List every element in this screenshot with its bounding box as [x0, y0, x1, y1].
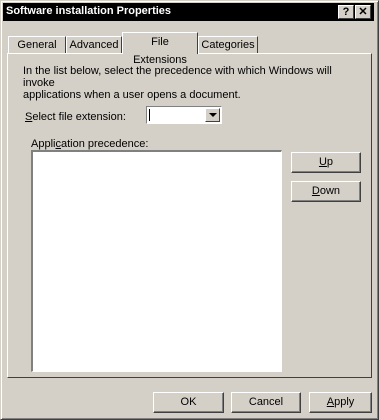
apply-label-rest: pply: [334, 396, 355, 408]
cancel-button[interactable]: Cancel: [231, 392, 301, 413]
label-text-before: Appli: [31, 138, 56, 150]
tab-categories[interactable]: Categories: [198, 36, 258, 53]
title-bar[interactable]: Software installation Properties ? ✕: [3, 3, 374, 21]
window-title: Software installation Properties: [6, 5, 172, 17]
tab-strip: General Advanced File Extensions Categor…: [0, 32, 379, 66]
ok-button[interactable]: OK: [153, 392, 224, 413]
apply-mnemonic: A: [326, 396, 335, 408]
file-extension-dropdown[interactable]: [146, 106, 222, 124]
help-button[interactable]: ?: [338, 5, 354, 19]
apply-button[interactable]: Apply: [309, 392, 372, 413]
label-text-after: ation precedence:: [60, 138, 149, 150]
instructions-line-2: applications when a user opens a documen…: [23, 89, 241, 101]
chevron-down-icon[interactable]: [205, 108, 220, 122]
close-button[interactable]: ✕: [355, 5, 371, 19]
down-button[interactable]: Down: [291, 181, 361, 202]
tab-advanced[interactable]: Advanced: [66, 36, 122, 53]
tab-general[interactable]: General: [8, 36, 66, 53]
up-mnemonic: U: [318, 156, 327, 168]
up-button[interactable]: Up: [291, 152, 361, 173]
instructions-line-1: In the list below, select the precedence…: [23, 65, 332, 89]
instructions-text: In the list below, select the precedence…: [23, 65, 363, 101]
up-label-rest: p: [326, 156, 334, 168]
label-text: elect file extension:: [32, 111, 126, 123]
down-label-rest: own: [319, 185, 341, 197]
down-mnemonic: D: [311, 185, 320, 197]
application-precedence-label: Application precedence:: [31, 138, 148, 150]
text-caret: [149, 109, 150, 121]
application-precedence-list[interactable]: [31, 150, 282, 372]
tab-file-extensions[interactable]: File Extensions: [122, 32, 198, 66]
select-file-extension-label: Select file extension:: [25, 111, 126, 123]
